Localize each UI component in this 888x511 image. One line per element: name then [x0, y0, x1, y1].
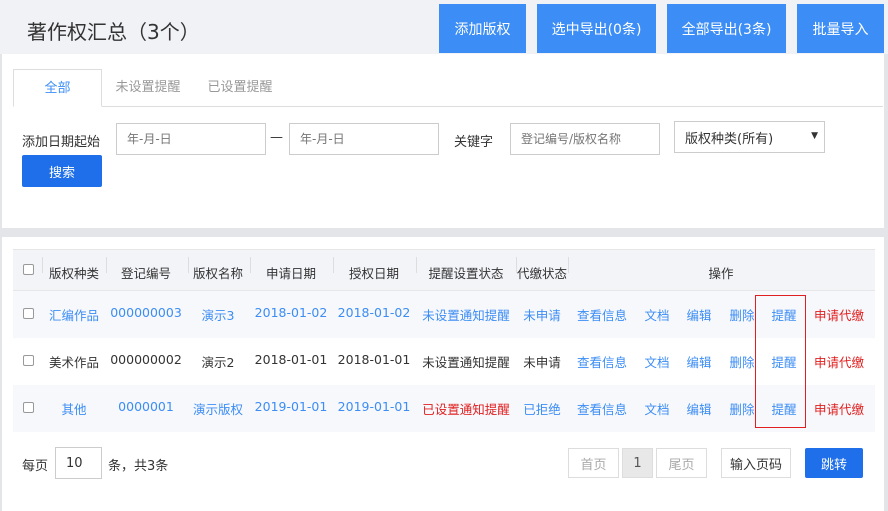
- current-page-button[interactable]: 1: [622, 448, 653, 478]
- header-remind-status: 提醒设置状态: [428, 266, 504, 281]
- reminder-highlight-box: [755, 295, 806, 428]
- header-separator: [416, 257, 417, 273]
- header-separator: [568, 257, 569, 273]
- row-checkbox[interactable]: [23, 402, 34, 413]
- last-page-button[interactable]: 尾页: [656, 448, 707, 478]
- row-name: 演示2: [201, 355, 235, 370]
- edit-link[interactable]: 编辑: [686, 305, 711, 324]
- header-apply-date: 申请日期: [265, 266, 317, 281]
- apply-pay-link[interactable]: 申请代缴: [814, 352, 864, 371]
- date-range-label: 添加日期起始: [22, 135, 101, 150]
- export-selected-button[interactable]: 选中导出(0条): [537, 4, 656, 53]
- page-number-input[interactable]: 输入页码: [721, 448, 791, 478]
- per-page-input[interactable]: 10: [55, 447, 102, 479]
- jump-button[interactable]: 跳转: [805, 448, 863, 478]
- header-separator: [106, 257, 107, 273]
- document-link[interactable]: 文档: [644, 305, 669, 324]
- row-pay-status: 未申请: [523, 355, 561, 370]
- row-remind-status: 已设置通知提醒: [422, 402, 510, 417]
- view-info-link[interactable]: 查看信息: [577, 399, 627, 418]
- tab-no-reminder[interactable]: 未设置提醒: [102, 69, 194, 107]
- row-reg-no: 0000001: [118, 399, 174, 414]
- row-remind-status: 未设置通知提醒: [422, 355, 510, 370]
- first-page-button[interactable]: 首页: [568, 448, 619, 478]
- tab-has-reminder[interactable]: 已设置提醒: [194, 69, 286, 107]
- header-separator: [188, 257, 189, 273]
- table-panel: 版权种类 登记编号 版权名称 申请日期 授权日期 提醒设置状态 代缴状态 操作 …: [2, 237, 884, 511]
- row-apply-date: 2019-01-01: [254, 399, 328, 414]
- copyright-type-select[interactable]: 版权种类(所有) ▼: [674, 121, 825, 153]
- apply-pay-link[interactable]: 申请代缴: [814, 305, 864, 324]
- header-separator: [42, 257, 43, 273]
- page-title: 著作权汇总（3个）: [27, 20, 200, 44]
- row-checkbox[interactable]: [23, 308, 34, 319]
- tab-all[interactable]: 全部: [13, 69, 102, 107]
- caret-down-icon: ▼: [811, 131, 818, 141]
- row-apply-date: 2018-01-01: [254, 352, 328, 367]
- row-reg-no: 000000003: [110, 305, 182, 320]
- header-separator: [333, 257, 334, 273]
- add-copyright-button[interactable]: 添加版权: [439, 4, 526, 53]
- search-button[interactable]: 搜索: [22, 155, 102, 187]
- delete-link[interactable]: 删除: [729, 399, 754, 418]
- row-type: 其他: [61, 402, 87, 417]
- header-actions: 操作: [708, 266, 734, 281]
- document-link[interactable]: 文档: [644, 352, 669, 371]
- keyword-label: 关键字: [454, 135, 494, 150]
- filter-panel: 全部 未设置提醒 已设置提醒 添加日期起始 — 关键字 版权种类(所有) ▼ 搜…: [2, 54, 884, 228]
- row-pay-status: 已拒绝: [523, 402, 561, 417]
- view-info-link[interactable]: 查看信息: [577, 352, 627, 371]
- header-reg-no: 登记编号: [120, 266, 172, 281]
- row-apply-date: 2018-01-02: [254, 305, 328, 320]
- edit-link[interactable]: 编辑: [686, 352, 711, 371]
- date-separator: —: [270, 130, 283, 145]
- row-grant-date: 2018-01-01: [337, 352, 411, 367]
- header-type: 版权种类: [48, 266, 100, 281]
- export-all-button[interactable]: 全部导出(3条): [667, 4, 786, 53]
- edit-link[interactable]: 编辑: [686, 399, 711, 418]
- document-link[interactable]: 文档: [644, 399, 669, 418]
- row-grant-date: 2019-01-01: [337, 399, 411, 414]
- date-end-input[interactable]: [289, 123, 439, 155]
- row-type: 汇编作品: [48, 308, 100, 323]
- apply-pay-link[interactable]: 申请代缴: [814, 399, 864, 418]
- row-pay-status: 未申请: [523, 308, 561, 323]
- date-start-input[interactable]: [116, 123, 266, 155]
- total-count-label: 条，共3条: [108, 459, 169, 474]
- row-remind-status: 未设置通知提醒: [422, 308, 510, 323]
- header-separator: [250, 257, 251, 273]
- row-name: 演示3: [201, 308, 235, 323]
- keyword-input[interactable]: [510, 123, 660, 155]
- row-reg-no: 000000002: [110, 352, 182, 367]
- view-info-link[interactable]: 查看信息: [577, 305, 627, 324]
- copyright-type-value: 版权种类(所有): [685, 131, 774, 147]
- row-checkbox[interactable]: [23, 355, 34, 366]
- batch-import-button[interactable]: 批量导入: [797, 4, 884, 53]
- delete-link[interactable]: 删除: [729, 352, 754, 371]
- row-grant-date: 2018-01-02: [337, 305, 411, 320]
- per-page-label: 每页: [22, 459, 49, 474]
- header-pay-status: 代缴状态: [516, 266, 568, 281]
- row-type: 美术作品: [48, 355, 100, 370]
- row-name: 演示版权: [192, 402, 244, 417]
- header-name: 版权名称: [192, 266, 244, 281]
- page-header: 著作权汇总（3个） 添加版权 选中导出(0条) 全部导出(3条) 批量导入: [0, 0, 888, 54]
- select-all-checkbox[interactable]: [23, 264, 34, 275]
- header-grant-date: 授权日期: [348, 266, 400, 281]
- delete-link[interactable]: 删除: [729, 305, 754, 324]
